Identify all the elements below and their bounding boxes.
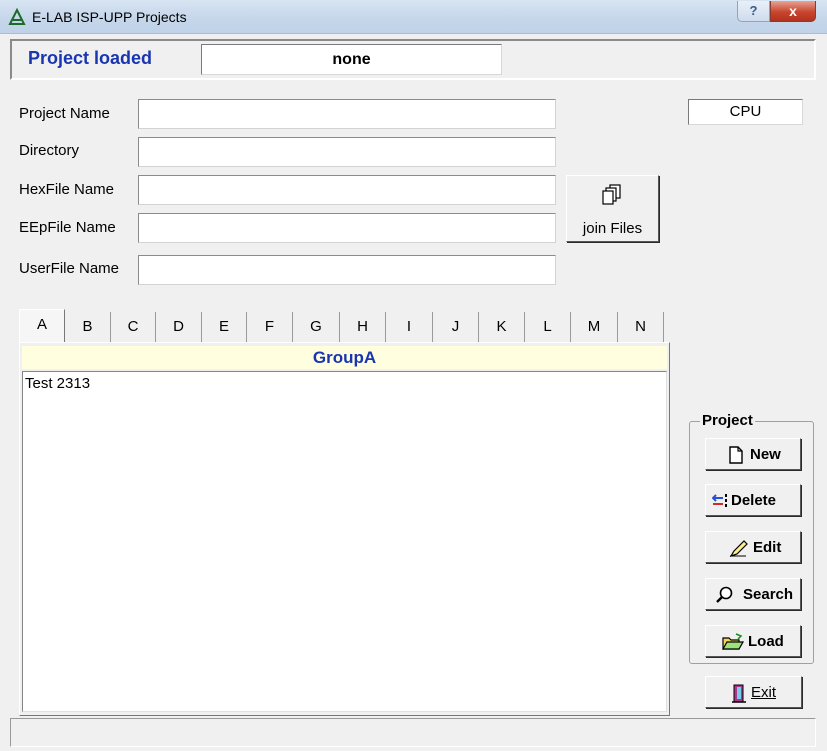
- open-folder-icon: [722, 633, 744, 650]
- tab-c[interactable]: C: [111, 312, 156, 342]
- window-title: E-LAB ISP-UPP Projects: [32, 9, 187, 25]
- help-button[interactable]: ?: [737, 1, 770, 22]
- new-file-icon: [729, 446, 743, 464]
- tab-m[interactable]: M: [571, 312, 618, 342]
- tab-h[interactable]: H: [340, 312, 386, 342]
- status-bar: [10, 718, 816, 747]
- search-label: Search: [743, 586, 794, 603]
- new-button[interactable]: New: [705, 438, 801, 470]
- project-list[interactable]: Test 2313: [22, 371, 667, 712]
- tab-a[interactable]: A: [19, 309, 65, 342]
- directory-label: Directory: [19, 142, 80, 159]
- tab-e[interactable]: E: [202, 312, 247, 342]
- delete-icon: [712, 494, 727, 507]
- join-files-label: join Files: [582, 220, 643, 237]
- directory-input[interactable]: [138, 137, 556, 167]
- new-label: New: [750, 446, 781, 463]
- project-name-label: Project Name: [19, 105, 110, 122]
- tab-j[interactable]: J: [433, 312, 479, 342]
- tab-n[interactable]: N: [618, 312, 664, 342]
- exit-button[interactable]: Exit: [705, 676, 802, 708]
- userfile-name-input[interactable]: [138, 255, 556, 285]
- tab-g[interactable]: G: [293, 312, 340, 342]
- magnifier-icon: [716, 586, 733, 603]
- project-name-input[interactable]: [138, 99, 556, 129]
- eepfile-name-input[interactable]: [138, 213, 556, 243]
- cpu-display: CPU: [688, 99, 803, 125]
- edit-label: Edit: [753, 539, 782, 556]
- project-loaded-value: none: [201, 44, 502, 75]
- load-button[interactable]: Load: [705, 625, 801, 657]
- copy-icon: [602, 184, 621, 205]
- project-group-label: Project: [700, 412, 755, 429]
- tab-b[interactable]: B: [65, 312, 111, 342]
- group-title: GroupA: [22, 346, 667, 369]
- pen-icon: [729, 540, 748, 557]
- project-loaded-label: Project loaded: [28, 48, 153, 68]
- close-button[interactable]: x: [770, 1, 816, 22]
- userfile-name-label: UserFile Name: [19, 260, 120, 277]
- tab-k[interactable]: K: [479, 312, 525, 342]
- app-logo-icon: [8, 8, 26, 25]
- exit-door-icon: [732, 684, 746, 703]
- search-button[interactable]: Search: [705, 578, 801, 610]
- tab-f[interactable]: F: [247, 312, 293, 342]
- tab-l[interactable]: L: [525, 312, 571, 342]
- exit-label: Exit: [751, 684, 777, 701]
- delete-button[interactable]: Delete: [705, 484, 801, 516]
- edit-button[interactable]: Edit: [705, 531, 801, 563]
- tab-i[interactable]: I: [386, 312, 433, 342]
- hexfile-name-label: HexFile Name: [19, 181, 115, 198]
- tab-d[interactable]: D: [156, 312, 202, 342]
- delete-label: Delete: [731, 492, 777, 509]
- load-label: Load: [748, 633, 784, 650]
- hexfile-name-input[interactable]: [138, 175, 556, 205]
- join-files-button[interactable]: join Files: [566, 175, 659, 242]
- eepfile-name-label: EEpFile Name: [19, 219, 116, 236]
- list-item[interactable]: Test 2313: [23, 372, 666, 395]
